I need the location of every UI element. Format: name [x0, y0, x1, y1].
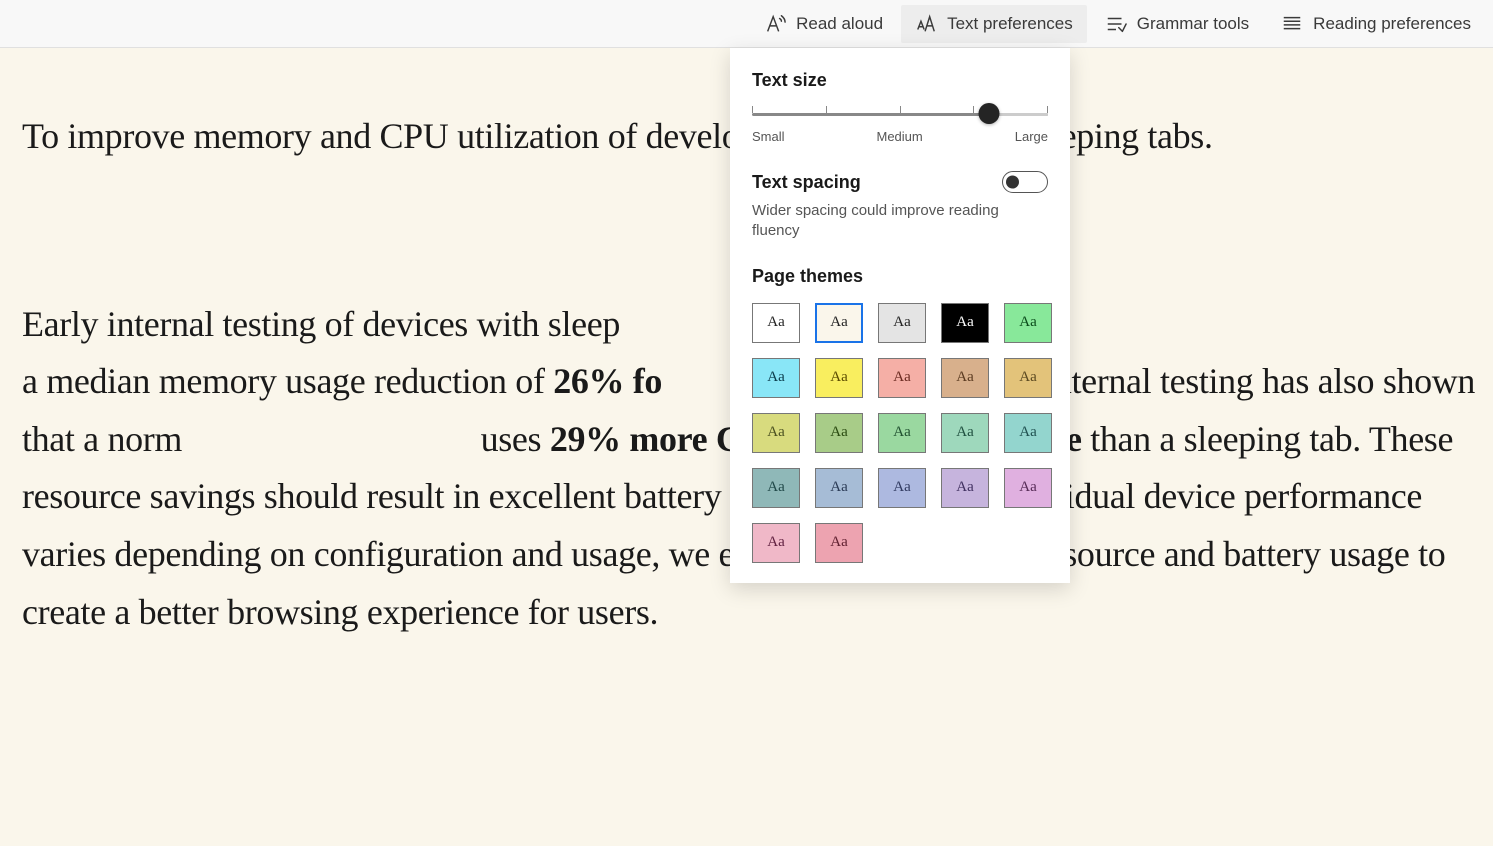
text-spacing-toggle[interactable] [1002, 171, 1048, 193]
text-size-heading: Text size [752, 70, 1048, 91]
reading-preferences-button[interactable]: Reading preferences [1267, 5, 1485, 43]
theme-swatch[interactable]: Aa [941, 468, 989, 508]
theme-swatch[interactable]: Aa [1004, 413, 1052, 453]
reading-preferences-label: Reading preferences [1313, 14, 1471, 34]
theme-swatch[interactable]: Aa [878, 413, 926, 453]
grammar-tools-label: Grammar tools [1137, 14, 1249, 34]
page-themes-grid: AaAaAaAaAaAaAaAaAaAaAaAaAaAaAaAaAaAaAaAa… [752, 303, 1048, 563]
text-preferences-panel: Text size Small Medium Large Text spacin… [730, 48, 1070, 583]
theme-swatch[interactable]: Aa [878, 358, 926, 398]
theme-swatch[interactable]: Aa [752, 413, 800, 453]
slider-label-large: Large [1015, 129, 1048, 144]
theme-swatch[interactable]: Aa [1004, 358, 1052, 398]
slider-thumb[interactable] [978, 103, 999, 124]
theme-swatch[interactable]: Aa [878, 303, 926, 343]
grammar-tools-button[interactable]: Grammar tools [1091, 5, 1263, 43]
theme-swatch[interactable]: Aa [815, 523, 863, 563]
text-preferences-button[interactable]: Text preferences [901, 5, 1087, 43]
text-size-slider[interactable]: Small Medium Large [752, 107, 1048, 153]
text-preferences-icon [915, 13, 937, 35]
reading-preferences-icon [1281, 13, 1303, 35]
read-aloud-label: Read aloud [796, 14, 883, 34]
text-preferences-label: Text preferences [947, 14, 1073, 34]
theme-swatch[interactable]: Aa [815, 358, 863, 398]
theme-swatch[interactable]: Aa [815, 303, 863, 343]
theme-swatch[interactable]: Aa [1004, 303, 1052, 343]
theme-swatch[interactable]: Aa [878, 468, 926, 508]
slider-track [752, 113, 1048, 116]
theme-swatch[interactable]: Aa [815, 468, 863, 508]
theme-swatch[interactable]: Aa [752, 468, 800, 508]
grammar-tools-icon [1105, 13, 1127, 35]
read-aloud-icon [764, 13, 786, 35]
text-spacing-description: Wider spacing could improve reading flue… [752, 201, 1048, 242]
text-spacing-heading: Text spacing [752, 172, 861, 193]
theme-swatch[interactable]: Aa [752, 303, 800, 343]
read-aloud-button[interactable]: Read aloud [750, 5, 897, 43]
theme-swatch[interactable]: Aa [1004, 468, 1052, 508]
slider-label-medium: Medium [877, 129, 923, 144]
reader-toolbar: Read aloud Text preferences Grammar tool… [0, 0, 1493, 48]
theme-swatch[interactable]: Aa [815, 413, 863, 453]
theme-swatch[interactable]: Aa [941, 358, 989, 398]
page-themes-heading: Page themes [752, 266, 1048, 287]
slider-label-small: Small [752, 129, 785, 144]
theme-swatch[interactable]: Aa [752, 358, 800, 398]
theme-swatch[interactable]: Aa [941, 413, 989, 453]
theme-swatch[interactable]: Aa [752, 523, 800, 563]
theme-swatch[interactable]: Aa [941, 303, 989, 343]
